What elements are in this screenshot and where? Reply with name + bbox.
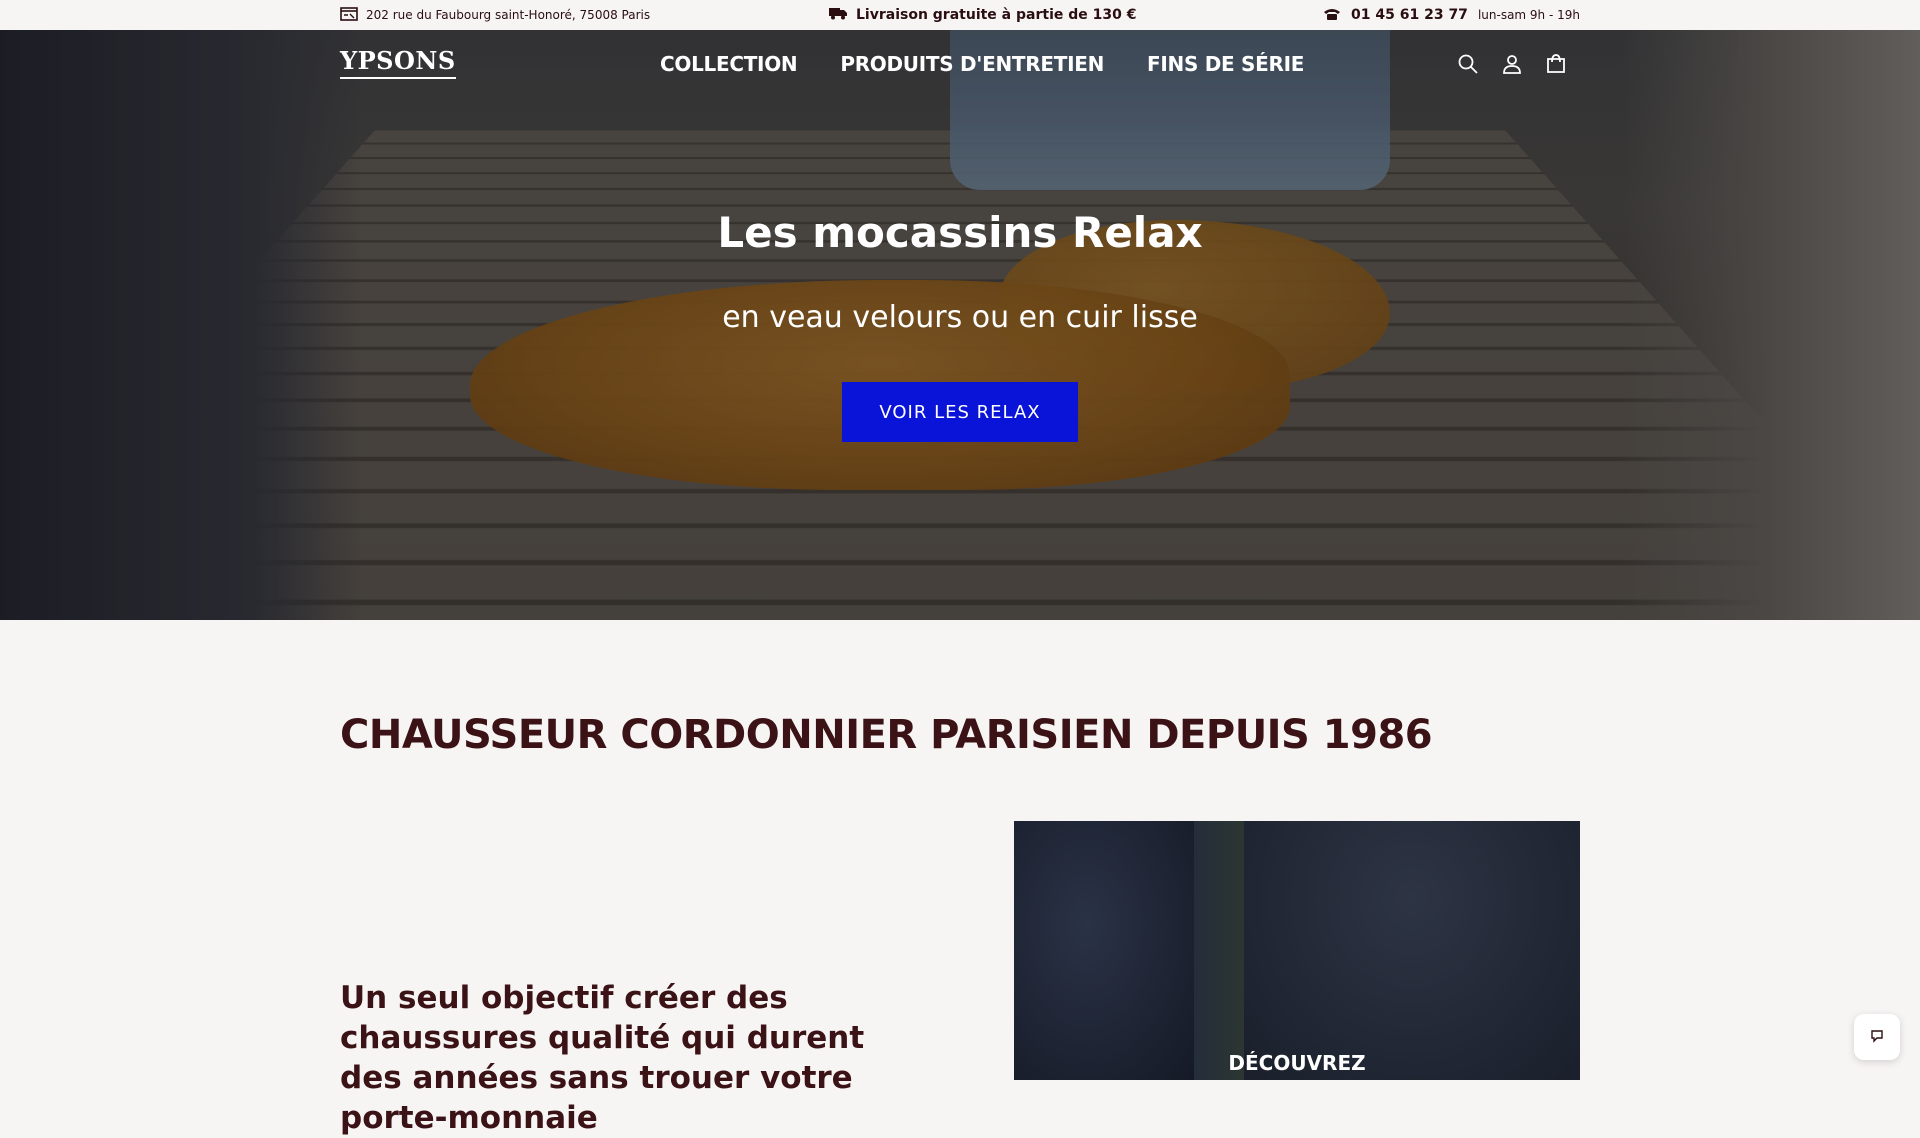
nav-produits-entretien[interactable]: PRODUITS D'ENTRETIEN [840, 52, 1104, 76]
hero-title: Les mocassins Relax [717, 208, 1203, 257]
voir-les-relax-button[interactable]: VOIR LES RELAX [842, 382, 1078, 442]
site-header: YPSONS COLLECTION PRODUITS D'ENTRETIEN F… [0, 30, 1920, 102]
main-nav: COLLECTION PRODUITS D'ENTRETIEN FINS DE … [660, 52, 1304, 76]
cart-icon[interactable] [1544, 52, 1568, 76]
search-icon[interactable] [1456, 52, 1480, 76]
feature-image-leg-left [1014, 821, 1194, 1080]
truck-icon [828, 6, 848, 24]
chat-icon [1870, 1028, 1884, 1047]
phone-number[interactable]: 01 45 61 23 77 [1351, 7, 1468, 23]
feature-image[interactable]: DÉCOUVREZ [1014, 821, 1580, 1080]
contact-info: 01 45 61 23 77 lun-sam 9h - 19h [1323, 0, 1580, 30]
opening-hours: lun-sam 9h - 19h [1477, 8, 1580, 22]
store-icon [340, 6, 358, 24]
announcement-bar: 202 rue du Faubourg saint-Honoré, 75008 … [0, 0, 1920, 30]
address-text: 202 rue du Faubourg saint-Honoré, 75008 … [366, 8, 651, 22]
shipping-text: Livraison gratuite à partie de 130 € [856, 7, 1137, 23]
chat-button[interactable] [1854, 1014, 1900, 1060]
shipping-banner: Livraison gratuite à partie de 130 € [828, 0, 1136, 30]
store-address: 202 rue du Faubourg saint-Honoré, 75008 … [340, 0, 650, 30]
nav-fins-de-serie[interactable]: FINS DE SÉRIE [1147, 52, 1304, 76]
phone-icon [1323, 7, 1341, 24]
account-icon[interactable] [1500, 52, 1524, 76]
section-title: CHAUSSEUR CORDONNIER PARISIEN DEPUIS 198… [340, 712, 1433, 758]
feature-image-cta[interactable]: DÉCOUVREZ [1014, 1051, 1580, 1075]
feature-image-leg-right [1244, 821, 1580, 1080]
hero-subtitle: en veau velours ou en cuir lisse [722, 300, 1198, 335]
header-icons [1456, 52, 1568, 76]
nav-collection[interactable]: COLLECTION [660, 52, 798, 76]
site-logo[interactable]: YPSONS [340, 46, 456, 79]
section-text: Un seul objectif créer des chaussures qu… [340, 980, 865, 1136]
